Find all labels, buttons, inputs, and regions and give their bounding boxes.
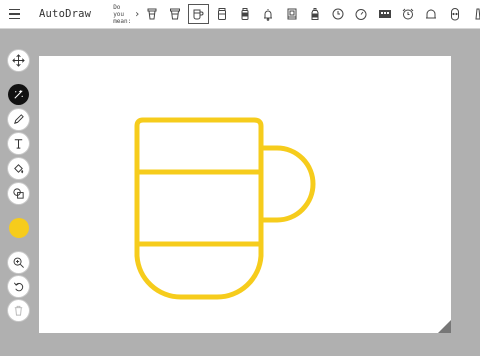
color-picker[interactable]	[9, 218, 29, 238]
zoom-icon[interactable]	[8, 252, 29, 273]
bottle-icon[interactable]	[304, 4, 325, 24]
app-title: AutoDraw	[39, 8, 92, 20]
frame-icon[interactable]	[281, 4, 302, 24]
mug-drawing	[134, 117, 316, 300]
teapot-icon[interactable]	[421, 4, 442, 24]
drawing-canvas[interactable]	[39, 56, 451, 333]
more-icon[interactable]	[467, 4, 480, 24]
clock-icon[interactable]	[328, 4, 349, 24]
move-tool-icon[interactable]	[8, 50, 29, 71]
draw-tool-icon[interactable]	[8, 109, 29, 130]
cup-icon[interactable]	[165, 4, 186, 24]
undo-icon[interactable]	[8, 276, 29, 297]
trash-icon[interactable]	[8, 300, 29, 321]
bell-icon[interactable]	[258, 4, 279, 24]
mug-body-upper	[134, 117, 264, 247]
shape-tool-icon[interactable]	[8, 183, 29, 204]
canvas-resize-handle[interactable]	[438, 320, 451, 333]
mug-handle	[258, 145, 316, 223]
face-icon[interactable]	[444, 4, 465, 24]
jar-icon[interactable]	[234, 4, 255, 24]
cup-lid-icon[interactable]	[141, 4, 162, 24]
suggestion-strip	[141, 4, 480, 24]
type-tool-icon[interactable]	[8, 133, 29, 154]
top-bar: AutoDraw Do you mean: ›	[0, 0, 480, 29]
suggestions-arrow[interactable]: ›	[135, 9, 139, 20]
did-you-mean-label: Do you mean:	[113, 3, 132, 25]
mug-body-lower	[134, 241, 264, 300]
alarm-clock-icon[interactable]	[398, 4, 419, 24]
autodraw-tool-icon[interactable]	[8, 84, 29, 105]
menu-icon[interactable]	[9, 3, 20, 25]
fill-tool-icon[interactable]	[8, 158, 29, 179]
coffee-cup-icon[interactable]	[211, 4, 232, 24]
mug-icon[interactable]	[187, 4, 209, 24]
calendar-icon[interactable]	[374, 4, 395, 24]
stopwatch-icon[interactable]	[351, 4, 372, 24]
